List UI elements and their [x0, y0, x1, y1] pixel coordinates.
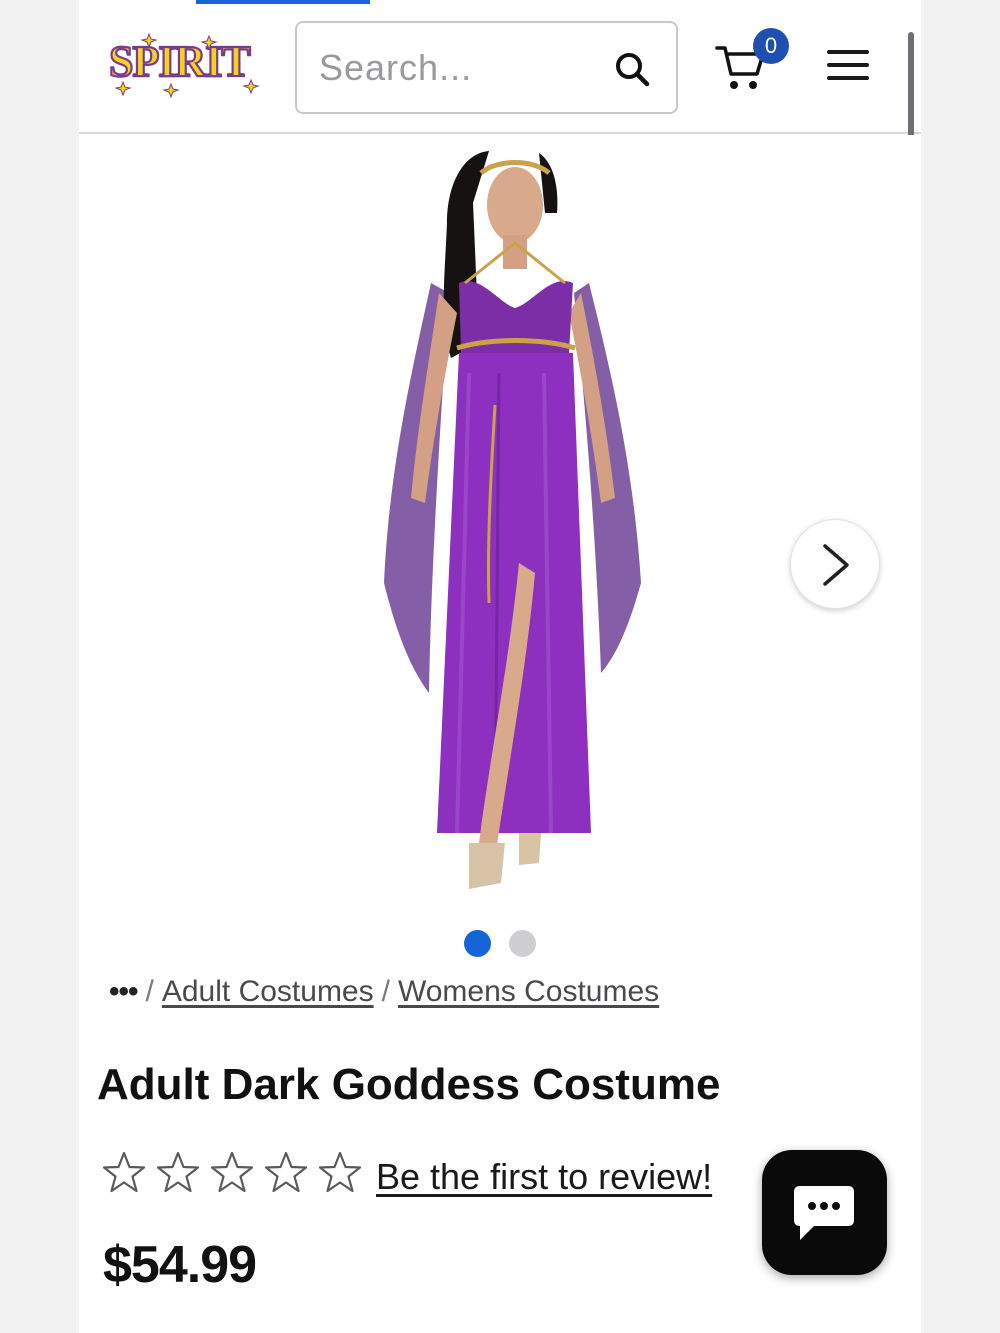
chevron-right-icon [823, 544, 849, 586]
gallery-pagination [464, 930, 544, 958]
product-rating[interactable]: Be the first to review! [101, 1150, 751, 1206]
cart-button[interactable]: 0 [715, 28, 789, 96]
star-icon[interactable] [209, 1150, 255, 1196]
breadcrumb: ••• / Adult Costumes / Womens Costumes [109, 975, 869, 1015]
chat-bubble-icon [794, 1186, 854, 1240]
breadcrumb-womens-costumes[interactable]: Womens Costumes [398, 975, 659, 1008]
product-image [384, 151, 641, 889]
breadcrumb-separator: / [381, 975, 390, 1008]
search-icon[interactable] [614, 51, 650, 87]
star-icon[interactable] [155, 1150, 201, 1196]
product-price: $54.99 [103, 1236, 257, 1294]
breadcrumb-adult-costumes[interactable]: Adult Costumes [162, 975, 374, 1008]
spirit-logo[interactable]: SPIRIT [105, 30, 275, 100]
product-title: Adult Dark Goddess Costume [97, 1060, 721, 1109]
gallery-dot-1[interactable] [464, 930, 491, 957]
svg-text:SPIRIT: SPIRIT [109, 37, 250, 86]
chat-button[interactable] [762, 1150, 887, 1275]
breadcrumb-ellipsis[interactable]: ••• [109, 975, 138, 1008]
product-image-gallery[interactable] [79, 135, 921, 905]
product-page: SPIRIT 0 [79, 0, 921, 1333]
star-icon[interactable] [317, 1150, 363, 1196]
write-review-link[interactable]: Be the first to review! [376, 1156, 712, 1198]
search-input[interactable] [319, 41, 599, 95]
search-box[interactable] [295, 21, 678, 114]
menu-icon[interactable] [827, 50, 871, 84]
gallery-dot-2[interactable] [509, 930, 536, 957]
next-image-button[interactable] [790, 519, 880, 609]
star-icon[interactable] [101, 1150, 147, 1196]
cart-count-badge: 0 [753, 28, 789, 64]
star-icon[interactable] [263, 1150, 309, 1196]
breadcrumb-separator: / [145, 975, 154, 1008]
site-header: SPIRIT 0 [79, 0, 921, 134]
